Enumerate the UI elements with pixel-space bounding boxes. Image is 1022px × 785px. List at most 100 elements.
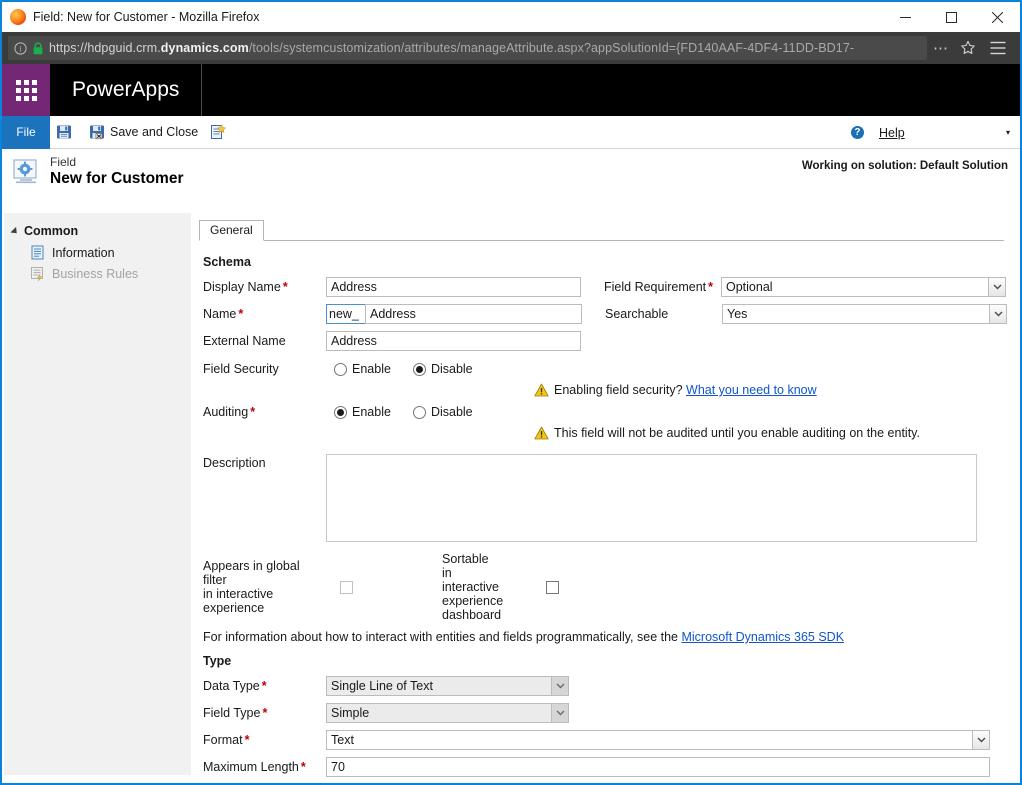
tab-general[interactable]: General <box>199 220 264 241</box>
sdk-link[interactable]: Microsoft Dynamics 365 SDK <box>681 630 844 644</box>
field-security-disable-option[interactable]: Disable <box>413 362 473 376</box>
description-label-text: Description <box>203 456 266 470</box>
format-label-text: Format <box>203 733 243 747</box>
sidebar: Common Information <box>4 213 191 775</box>
address-bar[interactable]: i https://hdpguid.crm.dynamics.com/tools… <box>8 36 927 60</box>
required-asterisk: * <box>708 280 713 294</box>
bookmark-star-icon[interactable] <box>956 40 980 56</box>
field-security-enable-label: Enable <box>352 362 391 376</box>
sidebar-item-business-rules[interactable]: Business Rules <box>4 263 191 284</box>
row-field-type: Field Type* Simple <box>191 703 1018 723</box>
required-asterisk: * <box>262 679 267 693</box>
app-launcher-waffle-icon[interactable] <box>2 64 50 116</box>
expand-triangle-icon <box>10 226 19 235</box>
auditing-disable-option[interactable]: Disable <box>413 405 473 419</box>
radio-button-selected[interactable] <box>413 363 426 376</box>
help-menu[interactable]: ? Help ▾ <box>851 116 1010 149</box>
display-name-input[interactable] <box>326 277 581 297</box>
chevron-down-icon <box>551 704 568 722</box>
name-prefix-input[interactable]: new_ <box>326 304 366 324</box>
searchable-value: Yes <box>723 305 989 323</box>
format-select[interactable]: Text <box>326 730 990 750</box>
navigation-toolbar: i https://hdpguid.crm.dynamics.com/tools… <box>2 32 1020 64</box>
required-asterisk: * <box>301 760 306 774</box>
chevron-down-icon <box>972 731 989 749</box>
warning-triangle-icon <box>534 383 549 397</box>
content-pane: General Schema Display Name* Field Requi… <box>191 213 1018 781</box>
sortable-checkbox[interactable] <box>546 581 559 594</box>
display-name-label: Display Name* <box>191 280 326 294</box>
file-tab[interactable]: File <box>2 116 50 149</box>
chevron-down-icon <box>989 305 1006 323</box>
radio-button-selected[interactable] <box>334 406 347 419</box>
field-security-enable-option[interactable]: Enable <box>334 362 391 376</box>
maximize-button[interactable] <box>928 2 974 32</box>
lock-icon[interactable] <box>32 42 44 55</box>
solution-note: Working on solution: Default Solution <box>802 160 1008 172</box>
sdk-info-text: For information about how to interact wi… <box>203 630 678 644</box>
sidebar-group-label: Common <box>24 224 78 238</box>
global-filter-label-line1: Appears in global filter <box>203 559 300 587</box>
required-asterisk: * <box>245 733 250 747</box>
firefox-window: Field: New for Customer - Mozilla Firefo… <box>0 0 1022 785</box>
name-input[interactable] <box>365 304 582 324</box>
auditing-label: Auditing* <box>191 405 326 419</box>
external-name-input[interactable] <box>326 331 581 351</box>
url-text: https://hdpguid.crm.dynamics.com/tools/s… <box>49 41 921 55</box>
page-kicker: Field <box>50 156 184 170</box>
field-requirement-label: Field Requirement* <box>581 280 721 294</box>
external-name-label-text: External Name <box>203 334 286 348</box>
required-asterisk: * <box>262 706 267 720</box>
field-type-select[interactable]: Simple <box>326 703 569 723</box>
sidebar-group-common[interactable]: Common <box>4 222 191 242</box>
searchable-select[interactable]: Yes <box>722 304 1007 324</box>
searchable-label: Searchable <box>582 307 722 321</box>
data-type-label: Data Type* <box>191 679 326 693</box>
page-info-icon[interactable]: i <box>14 42 27 55</box>
name-label: Name* <box>191 307 326 321</box>
searchable-label-text: Searchable <box>605 307 668 321</box>
required-asterisk: * <box>238 307 243 321</box>
field-security-warning-text: Enabling field security? <box>554 383 683 397</box>
description-label: Description <box>191 454 326 470</box>
field-form: Schema Display Name* Field Requirement* … <box>191 241 1018 781</box>
field-security-warning-link[interactable]: What you need to know <box>686 383 817 397</box>
auditing-enable-option[interactable]: Enable <box>334 405 391 419</box>
sidebar-item-information[interactable]: Information <box>4 242 191 263</box>
chevron-down-icon <box>988 278 1005 296</box>
save-button[interactable] <box>50 116 83 149</box>
powerapps-app-bar: PowerApps <box>2 64 1020 116</box>
radio-button[interactable] <box>413 406 426 419</box>
global-filter-checkbox[interactable] <box>340 581 353 594</box>
row-external-name: External Name <box>191 331 1018 351</box>
hamburger-menu-icon[interactable] <box>980 41 1014 55</box>
field-requirement-select[interactable]: Optional <box>721 277 1006 297</box>
row-display-name: Display Name* Field Requirement* Optiona… <box>191 277 1018 297</box>
field-type-label: Field Type* <box>191 706 326 720</box>
display-name-label-text: Display Name <box>203 280 281 294</box>
field-requirement-value: Optional <box>722 278 988 296</box>
maximum-length-input[interactable] <box>326 757 990 777</box>
business-rules-icon <box>30 266 46 282</box>
description-textarea[interactable] <box>326 454 977 542</box>
field-security-disable-label: Disable <box>431 362 473 376</box>
field-security-label-text: Field Security <box>203 362 279 376</box>
row-auditing: Auditing* Enable Disable <box>191 405 1018 419</box>
row-field-security: Field Security Enable Disable <box>191 362 1018 376</box>
close-button[interactable] <box>974 2 1020 32</box>
field-security-label: Field Security <box>191 362 326 376</box>
save-and-close-button[interactable]: Save and Close <box>83 116 204 149</box>
data-type-select[interactable]: Single Line of Text <box>326 676 569 696</box>
field-type-value: Simple <box>327 704 551 722</box>
auditing-warning: This field will not be audited until you… <box>534 426 1018 440</box>
new-field-button[interactable] <box>204 116 237 149</box>
page-actions-icon[interactable]: ⋯ <box>927 41 956 56</box>
app-name: PowerApps <box>50 64 202 116</box>
radio-button[interactable] <box>334 363 347 376</box>
auditing-label-text: Auditing <box>203 405 248 419</box>
required-asterisk: * <box>250 405 255 419</box>
sidebar-item-label: Information <box>52 246 115 260</box>
auditing-enable-label: Enable <box>352 405 391 419</box>
minimize-button[interactable] <box>882 2 928 32</box>
field-security-radio-group: Enable Disable <box>326 362 495 376</box>
